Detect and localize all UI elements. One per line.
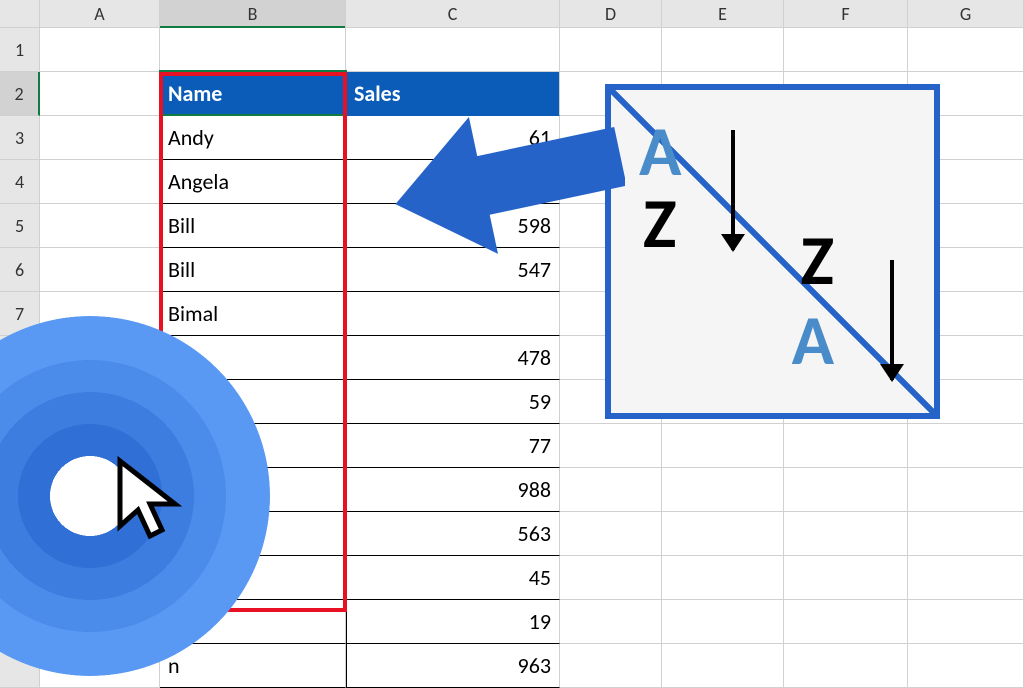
cell[interactable] xyxy=(908,556,1024,600)
cell-sales[interactable]: 547 xyxy=(346,248,560,292)
cell[interactable] xyxy=(908,28,1024,72)
cell[interactable] xyxy=(784,468,908,512)
arrow-down-icon xyxy=(731,130,735,250)
cell[interactable] xyxy=(662,556,784,600)
column-headers: A B C D E F G xyxy=(0,0,1024,28)
cell[interactable] xyxy=(560,556,662,600)
cell-sales[interactable]: 77 xyxy=(346,424,560,468)
cell[interactable] xyxy=(40,72,160,116)
cell-name[interactable]: Bimal xyxy=(160,292,346,336)
col-header-b[interactable]: B xyxy=(160,0,346,27)
cell[interactable] xyxy=(662,424,784,468)
cell-sales[interactable]: 61 xyxy=(346,116,560,160)
cell-sales[interactable]: 598 xyxy=(346,204,560,248)
sort-ascending-z: Z xyxy=(643,180,676,266)
cell-sales[interactable]: 59 xyxy=(346,380,560,424)
cell[interactable] xyxy=(560,644,662,688)
sort-icon-card: A Z Z A xyxy=(605,84,940,419)
cell[interactable] xyxy=(662,468,784,512)
cell-name[interactable]: Andy xyxy=(160,116,346,160)
select-all-corner[interactable] xyxy=(0,0,40,27)
cell[interactable] xyxy=(560,512,662,556)
col-header-g[interactable]: G xyxy=(908,0,1024,27)
cell-sales[interactable]: 563 xyxy=(346,512,560,556)
cell[interactable] xyxy=(908,424,1024,468)
col-header-e[interactable]: E xyxy=(662,0,784,27)
cell[interactable] xyxy=(908,468,1024,512)
cell-sales[interactable]: 19 xyxy=(346,600,560,644)
row-header-2[interactable]: 2 xyxy=(0,72,40,116)
cell-sales[interactable]: 988 xyxy=(346,468,560,512)
cell[interactable] xyxy=(784,28,908,72)
col-header-a[interactable]: A xyxy=(40,0,160,27)
cell[interactable] xyxy=(560,468,662,512)
cell[interactable] xyxy=(40,28,160,72)
cell[interactable] xyxy=(40,248,160,292)
cell[interactable] xyxy=(908,644,1024,688)
header-sales[interactable]: Sales xyxy=(346,72,560,116)
cell[interactable] xyxy=(784,556,908,600)
arrow-down-icon xyxy=(890,260,894,380)
cell-name[interactable]: Bill xyxy=(160,248,346,292)
cell[interactable] xyxy=(784,600,908,644)
cell-sales[interactable]: 45 xyxy=(346,556,560,600)
cell[interactable] xyxy=(160,28,346,72)
cell[interactable] xyxy=(560,424,662,468)
col-header-f[interactable]: F xyxy=(784,0,908,27)
row-header-4[interactable]: 4 xyxy=(0,160,40,204)
cell-name[interactable]: Bill xyxy=(160,204,346,248)
row-1: 1 xyxy=(0,28,1024,72)
cell[interactable] xyxy=(784,512,908,556)
cell-sales[interactable]: 96 xyxy=(346,160,560,204)
cell[interactable] xyxy=(560,600,662,644)
cell[interactable] xyxy=(40,204,160,248)
cell[interactable] xyxy=(346,28,560,72)
row-header-6[interactable]: 6 xyxy=(0,248,40,292)
cursor-icon xyxy=(110,456,200,546)
header-name[interactable]: Name xyxy=(160,72,346,116)
cell[interactable] xyxy=(662,600,784,644)
cell-sales[interactable] xyxy=(346,292,560,336)
cell[interactable] xyxy=(662,644,784,688)
cell[interactable] xyxy=(908,600,1024,644)
cell-sales[interactable]: 478 xyxy=(346,336,560,380)
cell[interactable] xyxy=(40,160,160,204)
col-header-d[interactable]: D xyxy=(560,0,662,27)
cell-name[interactable]: Angela xyxy=(160,160,346,204)
row-header-3[interactable]: 3 xyxy=(0,116,40,160)
cell[interactable] xyxy=(560,28,662,72)
cell[interactable] xyxy=(662,512,784,556)
cell-sales[interactable]: 963 xyxy=(346,644,560,688)
cell[interactable] xyxy=(908,512,1024,556)
cell[interactable] xyxy=(784,424,908,468)
cell[interactable] xyxy=(662,28,784,72)
row-header-1[interactable]: 1 xyxy=(0,28,40,72)
col-header-c[interactable]: C xyxy=(346,0,560,27)
cell-name[interactable]: n xyxy=(160,644,346,688)
cell[interactable] xyxy=(784,644,908,688)
cell[interactable] xyxy=(40,116,160,160)
sort-descending-z: Z xyxy=(801,217,834,303)
sort-descending-a: A xyxy=(792,297,834,383)
row-header-5[interactable]: 5 xyxy=(0,204,40,248)
